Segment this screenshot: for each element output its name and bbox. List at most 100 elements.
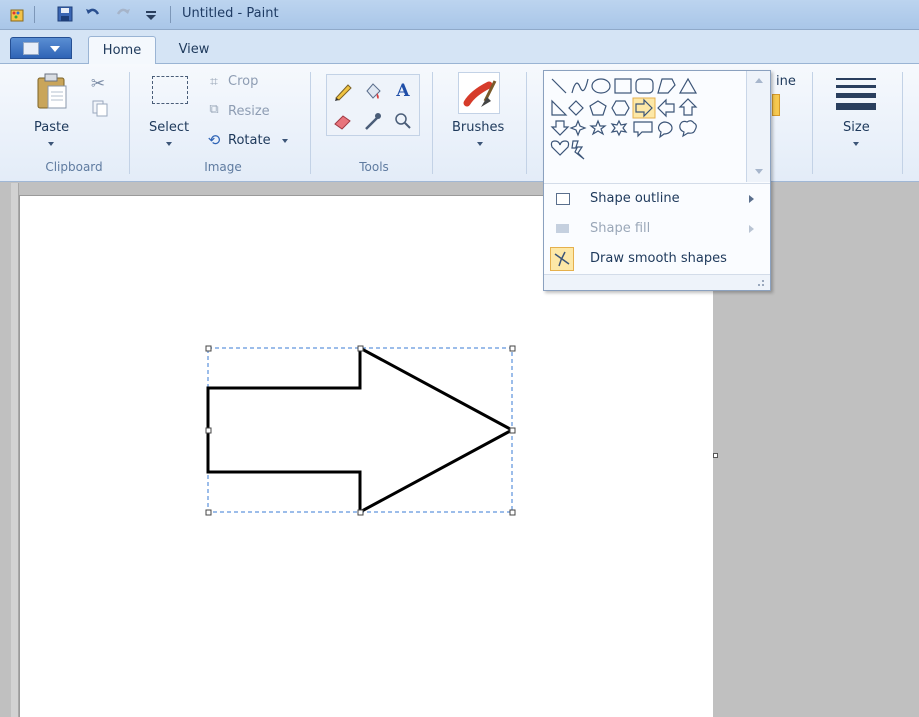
oval-shape-icon bbox=[591, 78, 611, 94]
crop-button-label[interactable]: Crop bbox=[228, 74, 258, 89]
ribbon-separator bbox=[902, 72, 903, 174]
outline-button-label[interactable]: ine bbox=[776, 74, 796, 89]
size-button-label[interactable]: Size bbox=[843, 120, 870, 135]
brushes-button-label[interactable]: Brushes bbox=[452, 120, 504, 135]
paste-button-label[interactable]: Paste bbox=[34, 120, 69, 135]
five-point-star-shape-icon bbox=[589, 119, 607, 136]
clipboard-group-label: Clipboard bbox=[45, 160, 103, 174]
resize-handle bbox=[509, 427, 516, 434]
canvas-left-margin bbox=[11, 183, 19, 717]
rotate-button-label[interactable]: Rotate bbox=[228, 133, 271, 148]
crop-icon[interactable]: ⌗ bbox=[202, 70, 226, 94]
shape-fill-icon bbox=[556, 224, 569, 233]
submenu-arrow-icon bbox=[749, 195, 754, 203]
brushes-dropdown-arrow-icon[interactable] bbox=[477, 142, 483, 146]
rounded-callout-shape-icon bbox=[633, 121, 653, 138]
ribbon-separator bbox=[812, 72, 813, 174]
size-icon[interactable] bbox=[836, 78, 876, 115]
tab-view[interactable]: View bbox=[166, 36, 222, 65]
eraser-icon[interactable] bbox=[331, 109, 355, 133]
titlebar-separator bbox=[170, 6, 171, 23]
up-arrow-shape-icon bbox=[678, 98, 698, 116]
gallery-scrollbar[interactable] bbox=[746, 71, 770, 182]
rotate-icon[interactable]: ⟲ bbox=[202, 128, 226, 152]
scroll-up-icon bbox=[755, 78, 763, 83]
cloud-callout-shape-icon bbox=[679, 120, 697, 138]
draw-smooth-shapes-menu-item[interactable]: Draw smooth shapes bbox=[544, 245, 770, 273]
magnifier-icon[interactable] bbox=[391, 109, 415, 133]
undo-icon[interactable] bbox=[84, 5, 102, 23]
pencil-icon[interactable] bbox=[331, 79, 355, 103]
resize-handle bbox=[205, 427, 212, 434]
six-point-star-shape-icon bbox=[610, 119, 628, 137]
hexagon-shape-icon bbox=[611, 100, 630, 116]
canvas-resize-handle[interactable] bbox=[713, 453, 718, 458]
ribbon-separator bbox=[432, 72, 433, 174]
title-bar: Untitled - Paint bbox=[0, 0, 919, 30]
ribbon-tab-bar: Home View bbox=[0, 30, 919, 65]
brushes-icon[interactable] bbox=[458, 72, 500, 114]
save-icon[interactable] bbox=[56, 5, 74, 23]
customize-quick-access-icon[interactable] bbox=[142, 5, 160, 23]
application-menu-button[interactable] bbox=[10, 37, 72, 59]
draw-smooth-shapes-label: Draw smooth shapes bbox=[590, 251, 727, 266]
diamond-shape-icon bbox=[568, 100, 584, 116]
select-icon[interactable] bbox=[152, 76, 188, 104]
pentagon-shape-icon bbox=[589, 100, 607, 116]
ribbon-separator bbox=[526, 72, 527, 174]
select-dropdown-arrow-icon[interactable] bbox=[166, 142, 172, 146]
lightning-shape-icon bbox=[571, 140, 585, 160]
smooth-shapes-checked-highlight bbox=[550, 247, 574, 271]
outline-button-highlight[interactable] bbox=[772, 94, 780, 116]
tools-palette: A bbox=[326, 74, 420, 136]
paint-app-icon[interactable] bbox=[8, 5, 26, 23]
rounded-rectangle-shape-icon bbox=[635, 78, 654, 94]
dropdown-separator bbox=[544, 183, 770, 184]
resize-handle bbox=[357, 345, 364, 352]
left-arrow-shape-icon bbox=[657, 98, 675, 118]
right-arrow-shape bbox=[206, 345, 516, 515]
window-title: Untitled - Paint bbox=[182, 6, 279, 21]
line-shape-icon bbox=[551, 78, 567, 94]
shape-fill-label: Shape fill bbox=[590, 221, 651, 236]
paste-dropdown-arrow-icon[interactable] bbox=[48, 142, 54, 146]
document-icon bbox=[23, 42, 39, 55]
text-tool-icon[interactable]: A bbox=[391, 79, 415, 103]
four-point-star-shape-icon bbox=[569, 119, 587, 137]
ribbon-separator bbox=[129, 72, 130, 174]
shape-outline-menu-item[interactable]: Shape outline bbox=[544, 185, 770, 213]
size-dropdown-arrow-icon[interactable] bbox=[853, 142, 859, 146]
dropdown-resize-grip[interactable] bbox=[544, 274, 770, 290]
fill-bucket-icon[interactable] bbox=[361, 79, 385, 103]
tools-group-label: Tools bbox=[359, 160, 389, 174]
copy-icon[interactable] bbox=[90, 98, 114, 122]
shape-fill-menu-item[interactable]: Shape fill bbox=[544, 215, 770, 243]
tab-home[interactable]: Home bbox=[88, 36, 156, 65]
titlebar-separator bbox=[34, 6, 35, 23]
resize-handle bbox=[205, 345, 212, 352]
redo-icon[interactable] bbox=[114, 5, 132, 23]
select-button-label[interactable]: Select bbox=[149, 120, 189, 135]
shapes-dropdown: Shape outline Shape fill Draw smooth sha… bbox=[543, 70, 771, 291]
shapes-gallery bbox=[548, 75, 746, 180]
oval-callout-shape-icon bbox=[657, 121, 673, 139]
canvas-viewport bbox=[0, 183, 919, 717]
paste-icon[interactable] bbox=[36, 72, 68, 112]
down-arrow-shape-icon bbox=[550, 120, 570, 136]
resize-handle bbox=[509, 509, 516, 516]
submenu-arrow-icon bbox=[749, 225, 754, 233]
scroll-down-icon bbox=[755, 169, 763, 174]
curve-shape-icon bbox=[571, 78, 589, 94]
resize-handle bbox=[357, 509, 364, 516]
resize-handle bbox=[205, 509, 212, 516]
rotate-dropdown-arrow-icon[interactable] bbox=[282, 139, 288, 143]
resize-button-label[interactable]: Resize bbox=[228, 104, 270, 119]
polygon-shape-icon bbox=[657, 78, 676, 94]
color-picker-icon[interactable] bbox=[361, 109, 385, 133]
right-triangle-shape-icon bbox=[551, 99, 568, 116]
chevron-down-icon bbox=[50, 46, 60, 52]
cut-icon[interactable]: ✂ bbox=[86, 72, 110, 96]
shape-outline-label: Shape outline bbox=[590, 191, 680, 206]
resize-icon[interactable]: ⧉ bbox=[202, 98, 226, 122]
ribbon-home: Paste ✂ Clipboard Select ⌗ Crop ⧉ Resize… bbox=[0, 64, 919, 182]
